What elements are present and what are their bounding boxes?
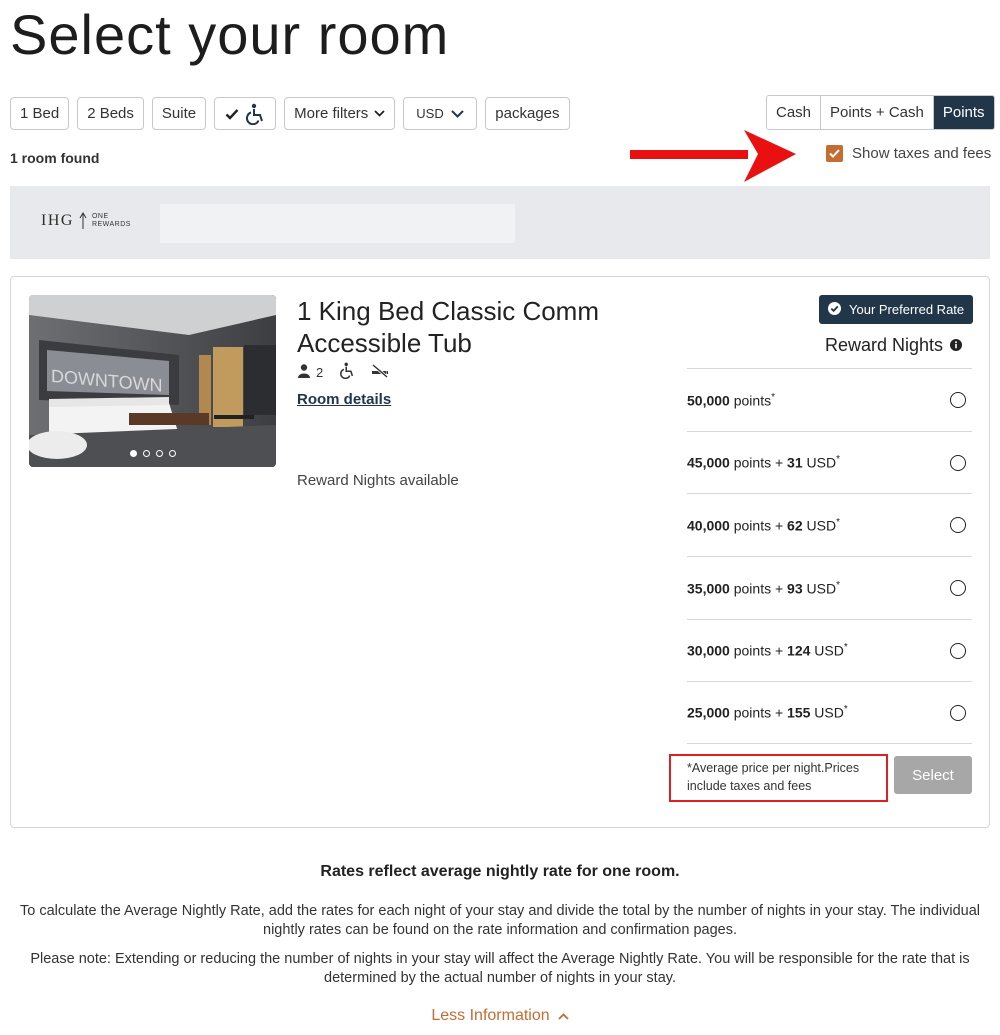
rate-radio[interactable]: [950, 642, 966, 659]
chevron-down-icon: [451, 109, 465, 118]
taxes-checkbox[interactable]: [826, 145, 843, 162]
brand-name: IHG: [41, 212, 74, 229]
rate-option[interactable]: 30,000 points + 124 USD*: [687, 618, 972, 682]
more-filters-button[interactable]: More filters: [284, 97, 396, 130]
room-count: 1 room found: [10, 150, 100, 166]
rate-options: 50,000 points* 45,000 points + 31 USD* 4…: [687, 368, 972, 745]
info-paragraph: Please note: Extending or reducing the n…: [30, 951, 970, 986]
preferred-rate-label: Your Preferred Rate: [849, 302, 965, 317]
rate-radio[interactable]: [950, 517, 966, 534]
payment-type-toggle: Cash Points + Cash Points: [766, 95, 995, 130]
brand-subtitle: ONE REWARDS: [91, 213, 131, 228]
wheelchair-icon: [245, 103, 265, 125]
room-image: DOWNTOWN: [29, 295, 276, 467]
filter-bar: 1 Bed 2 Beds Suite More filters USD pack…: [10, 97, 570, 130]
annotation-arrow: [630, 130, 796, 182]
filter-two-beds[interactable]: 2 Beds: [77, 97, 144, 130]
checkmark-icon: [225, 108, 239, 120]
reward-nights-label: Reward Nights: [825, 335, 944, 355]
rate-option-text: 50,000 points*: [687, 391, 775, 409]
carousel-dot[interactable]: [168, 450, 176, 457]
page-title: Select your room: [10, 3, 450, 66]
rate-option[interactable]: 50,000 points*: [687, 368, 972, 431]
carousel-dot[interactable]: [155, 450, 163, 457]
occupancy-count: 2: [316, 364, 324, 380]
carousel-dot[interactable]: [129, 450, 137, 457]
currency-select[interactable]: USD: [403, 97, 478, 130]
payment-option-cash[interactable]: Cash: [767, 96, 822, 129]
rate-radio[interactable]: [950, 579, 966, 596]
rate-radio[interactable]: [950, 454, 966, 471]
less-information-toggle[interactable]: Less Information: [0, 1007, 1000, 1025]
rate-option[interactable]: 25,000 points + 155 USD*: [687, 681, 972, 745]
rate-option-text: 45,000 points + 31 USD*: [687, 454, 840, 471]
filter-one-bed[interactable]: 1 Bed: [10, 97, 70, 130]
payment-option-points-cash[interactable]: Points + Cash: [821, 96, 934, 129]
wheelchair-icon: [339, 362, 355, 382]
rate-option-text: 35,000 points + 93 USD*: [687, 579, 840, 597]
filter-accessible[interactable]: [214, 97, 277, 130]
room-name: 1 King Bed Classic Comm Accessible Tub: [297, 296, 599, 358]
rate-option[interactable]: 40,000 points + 62 USD*: [687, 493, 972, 556]
rate-option-text: 30,000 points + 124 USD*: [687, 642, 848, 659]
rate-option[interactable]: 45,000 points + 31 USD*: [687, 430, 972, 494]
no-smoking-icon: [371, 363, 389, 381]
average-price-note: *Average price per night.Prices include …: [669, 754, 888, 802]
preferred-rate-badge: Your Preferred Rate: [819, 295, 974, 324]
rate-radio[interactable]: [950, 704, 966, 721]
more-filters-label: More filters: [294, 105, 369, 122]
rate-option[interactable]: 35,000 points + 93 USD*: [687, 556, 972, 619]
info-icon[interactable]: [950, 335, 963, 356]
brand-banner-placeholder: [160, 204, 515, 243]
brand-mark-icon: [79, 212, 87, 229]
currency-value: USD: [416, 106, 444, 121]
room-amenities: 2: [298, 362, 389, 382]
ihg-one-rewards-logo: IHG ONE REWARDS: [41, 212, 131, 230]
reward-nights-heading: Reward Nights: [825, 335, 963, 356]
show-taxes-toggle[interactable]: Show taxes and fees: [826, 145, 991, 162]
check-circle-icon: [828, 301, 841, 318]
rate-option-text: 25,000 points + 155 USD*: [687, 704, 848, 722]
chevron-up-icon: [558, 1007, 569, 1025]
rate-radio[interactable]: [950, 391, 966, 408]
reward-availability: Reward Nights available: [297, 472, 459, 489]
info-heading: Rates reflect average nightly rate for o…: [320, 863, 680, 880]
person-icon: [298, 363, 310, 381]
rate-option-text: 40,000 points + 62 USD*: [687, 516, 840, 534]
select-button[interactable]: Select: [894, 756, 972, 794]
filter-packages[interactable]: packages: [485, 97, 570, 130]
room-details-link[interactable]: Room details: [297, 391, 391, 408]
chevron-down-icon: [374, 110, 385, 117]
info-paragraph: To calculate the Average Nightly Rate, a…: [20, 903, 980, 938]
filter-suite[interactable]: Suite: [151, 97, 207, 130]
brand-banner: IHG ONE REWARDS: [10, 186, 990, 259]
payment-option-points[interactable]: Points: [933, 96, 994, 129]
taxes-label: Show taxes and fees: [852, 145, 992, 162]
less-information-label: Less Information: [431, 1007, 550, 1024]
room-card: DOWNTOWN 1 King Bed Classic Comm Accessi…: [10, 276, 990, 828]
room-photo[interactable]: DOWNTOWN: [29, 295, 276, 467]
carousel-dots: [29, 450, 276, 457]
carousel-dot[interactable]: [142, 450, 150, 457]
